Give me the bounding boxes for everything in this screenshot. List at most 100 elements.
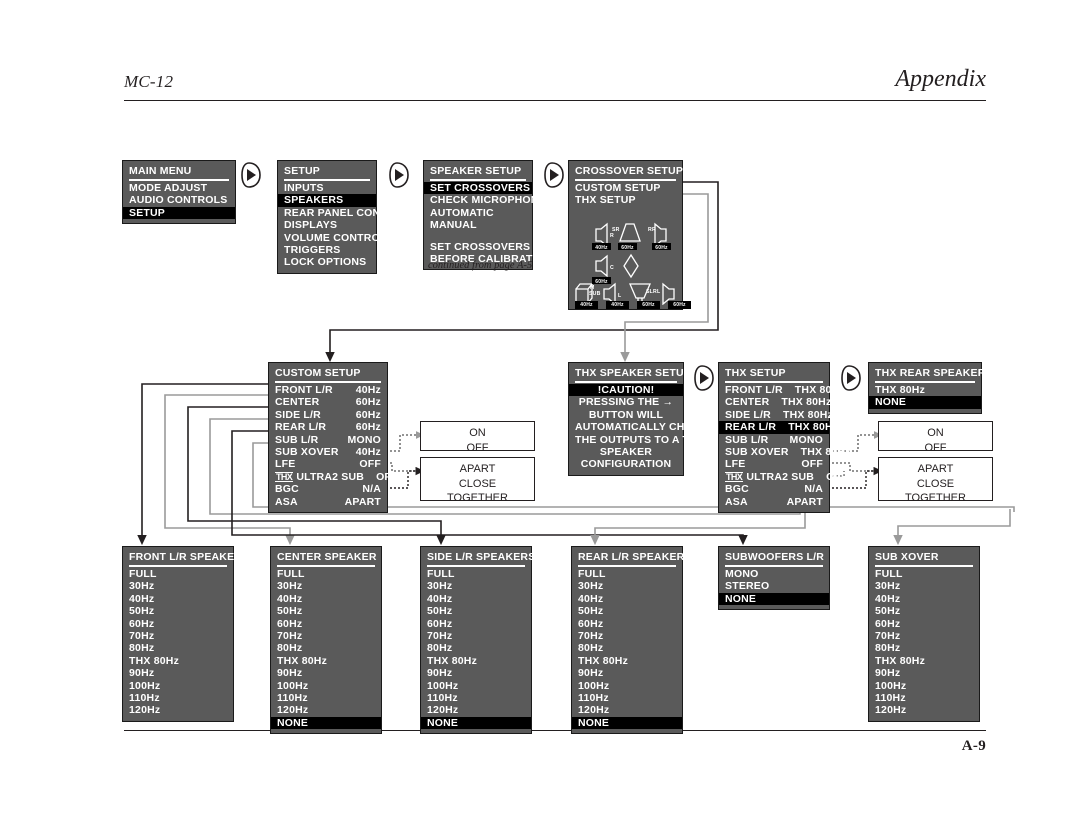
option-120hz[interactable]: 120Hz — [421, 704, 531, 716]
menu-item-check-microphones[interactable]: CHECK MICROPHONES — [424, 194, 553, 206]
option-full[interactable]: FULL — [572, 568, 682, 580]
option-90hz[interactable]: 90Hz — [572, 667, 682, 679]
menu-item-custom-setup[interactable]: CUSTOM SETUP — [569, 182, 682, 194]
panel-rear-lr-speakers[interactable]: REAR L/R SPEAKERS FULL 30Hz 40Hz 50Hz 60… — [571, 546, 691, 735]
row-ultra2-sub[interactable]: THX ULTRA2 SUB OFF — [719, 471, 847, 483]
option-90hz[interactable]: 90Hz — [123, 667, 233, 679]
option-70hz[interactable]: 70Hz — [123, 630, 233, 642]
menu-item-automatic[interactable]: AUTOMATIC — [424, 207, 532, 219]
menu-item-inputs[interactable]: INPUTS — [278, 182, 376, 194]
option-80hz[interactable]: 80Hz — [421, 642, 531, 654]
option-stereo[interactable]: STEREO — [719, 580, 829, 592]
option-40hz[interactable]: 40Hz — [421, 593, 531, 605]
option-70hz[interactable]: 70Hz — [271, 630, 381, 642]
panel-sub-xover[interactable]: SUB XOVER FULL 30Hz 40Hz 50Hz 60Hz 70Hz … — [868, 546, 980, 722]
row-lfe[interactable]: LFE OFF — [269, 458, 387, 470]
panel-crossover-setup[interactable]: CROSSOVER SETUP CUSTOM SETUP THX SETUP R… — [568, 160, 691, 310]
option-50hz[interactable]: 50Hz — [572, 605, 682, 617]
row-sub-xover[interactable]: SUB XOVER THX 80Hz — [719, 446, 850, 458]
option-40hz[interactable]: 40Hz — [123, 593, 233, 605]
option-100hz[interactable]: 100Hz — [271, 680, 381, 692]
option-120hz[interactable]: 120Hz — [271, 704, 381, 716]
option-mono[interactable]: MONO — [719, 568, 829, 580]
row-side-lr[interactable]: SIDE L/R 60Hz — [269, 409, 387, 421]
panel-subwoofers-lr[interactable]: SUBWOOFERS L/R MONO STEREO NONE — [718, 546, 830, 611]
panel-custom-setup[interactable]: CUSTOM SETUP FRONT L/R 40Hz CENTER 60Hz … — [268, 362, 397, 514]
option-80hz[interactable]: 80Hz — [869, 642, 979, 654]
option-thx-80hz[interactable]: THX 80Hz — [421, 655, 531, 667]
option-on[interactable]: ON — [421, 426, 534, 441]
menu-item-lock-options[interactable]: LOCK OPTIONS — [278, 256, 376, 268]
option-on[interactable]: ON — [879, 426, 992, 441]
option-30hz[interactable]: 30Hz — [123, 580, 233, 592]
option-80hz[interactable]: 80Hz — [572, 642, 682, 654]
menu-item-set-crossovers[interactable]: SET CROSSOVERS — [424, 182, 532, 195]
row-asa[interactable]: ASA APART — [719, 496, 829, 508]
option-120hz[interactable]: 120Hz — [869, 704, 979, 716]
option-80hz[interactable]: 80Hz — [123, 642, 233, 654]
option-110hz[interactable]: 110Hz — [421, 692, 531, 704]
panel-thx-speaker-setup[interactable]: THX SPEAKER SETUP !CAUTION! PRESSING THE… — [568, 362, 716, 476]
option-80hz[interactable]: 80Hz — [271, 642, 381, 654]
row-side-lr[interactable]: SIDE L/R THX 80Hz — [719, 409, 833, 421]
option-none[interactable]: NONE — [421, 716, 531, 730]
panel-thx-rear-speakers[interactable]: THX REAR SPEAKERS THX 80Hz NONE — [868, 362, 993, 414]
option-100hz[interactable]: 100Hz — [421, 680, 531, 692]
option-60hz[interactable]: 60Hz — [421, 618, 531, 630]
menu-item-triggers[interactable]: TRIGGERS — [278, 244, 376, 256]
option-none[interactable]: NONE — [271, 716, 381, 730]
row-front-lr[interactable]: FRONT L/R THX 80Hz — [719, 384, 845, 396]
panel-front-lr-speakers[interactable]: FRONT L/R SPEAKERS FULL 30Hz 40Hz 50Hz 6… — [122, 546, 249, 722]
option-60hz[interactable]: 60Hz — [572, 618, 682, 630]
option-together[interactable]: TOGETHER — [421, 491, 534, 506]
option-30hz[interactable]: 30Hz — [572, 580, 682, 592]
option-together[interactable]: TOGETHER — [879, 491, 992, 506]
option-110hz[interactable]: 110Hz — [271, 692, 381, 704]
option-thx-80hz[interactable]: THX 80Hz — [869, 655, 979, 667]
menu-item-mode-adjust[interactable]: MODE ADJUST — [123, 182, 235, 194]
option-off[interactable]: OFF — [879, 441, 992, 456]
row-sub-lr[interactable]: SUB L/R MONO — [719, 434, 829, 446]
option-50hz[interactable]: 50Hz — [271, 605, 381, 617]
option-thx-80hz[interactable]: THX 80Hz — [572, 655, 682, 667]
option-50hz[interactable]: 50Hz — [421, 605, 531, 617]
row-ultra2-sub[interactable]: THX ULTRA2 SUB OFF — [269, 471, 397, 483]
menu-item-displays[interactable]: DISPLAYS — [278, 219, 376, 231]
option-40hz[interactable]: 40Hz — [869, 593, 979, 605]
option-110hz[interactable]: 110Hz — [572, 692, 682, 704]
panel-thx-setup[interactable]: THX SETUP FRONT L/R THX 80Hz CENTER THX … — [718, 362, 850, 514]
menu-item-rear-panel-config[interactable]: REAR PANEL CONFIG — [278, 207, 398, 219]
row-center[interactable]: CENTER 60Hz — [269, 396, 387, 408]
option-full[interactable]: FULL — [123, 568, 233, 580]
panel-setup[interactable]: SETUP INPUTS SPEAKERS REAR PANEL CONFIG … — [277, 160, 398, 274]
option-full[interactable]: FULL — [869, 568, 979, 580]
panel-side-lr-speakers[interactable]: SIDE L/R SPEAKERS FULL 30Hz 40Hz 50Hz 60… — [420, 546, 535, 735]
option-none[interactable]: NONE — [719, 592, 829, 606]
option-apart[interactable]: APART — [421, 462, 534, 477]
row-sub-xover[interactable]: SUB XOVER 40Hz — [269, 446, 387, 458]
row-asa[interactable]: ASA APART — [269, 496, 387, 508]
menu-item-manual[interactable]: MANUAL — [424, 219, 532, 231]
option-thx-80hz[interactable]: THX 80Hz — [123, 655, 233, 667]
option-70hz[interactable]: 70Hz — [869, 630, 979, 642]
option-110hz[interactable]: 110Hz — [123, 692, 233, 704]
row-sub-lr[interactable]: SUB L/R MONO — [269, 434, 387, 446]
option-full[interactable]: FULL — [271, 568, 381, 580]
option-thx-80hz[interactable]: THX 80Hz — [271, 655, 381, 667]
option-close[interactable]: CLOSE — [879, 477, 992, 492]
row-bgc[interactable]: BGC N/A — [719, 483, 829, 495]
option-60hz[interactable]: 60Hz — [869, 618, 979, 630]
option-100hz[interactable]: 100Hz — [869, 680, 979, 692]
row-bgc[interactable]: BGC N/A — [269, 483, 387, 495]
panel-center-speaker[interactable]: CENTER SPEAKER FULL 30Hz 40Hz 50Hz 60Hz … — [270, 546, 382, 735]
menu-item-speakers[interactable]: SPEAKERS — [278, 194, 376, 207]
option-70hz[interactable]: 70Hz — [421, 630, 531, 642]
row-lfe[interactable]: LFE OFF — [719, 458, 829, 470]
option-100hz[interactable]: 100Hz — [123, 680, 233, 692]
popup-thx-onoff[interactable]: ON OFF — [878, 421, 993, 454]
option-120hz[interactable]: 120Hz — [123, 704, 233, 716]
option-full[interactable]: FULL — [421, 568, 531, 580]
popup-thx-asa[interactable]: APART CLOSE TOGETHER — [878, 457, 993, 504]
option-30hz[interactable]: 30Hz — [421, 580, 531, 592]
option-90hz[interactable]: 90Hz — [869, 667, 979, 679]
